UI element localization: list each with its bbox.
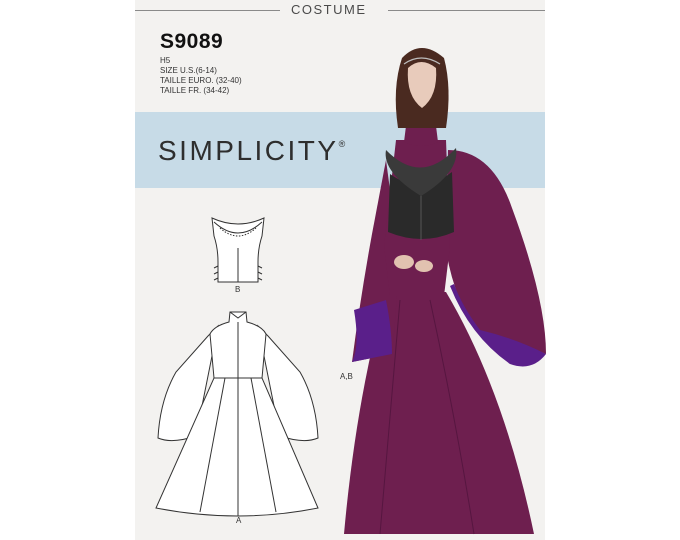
illustration-layer [155,48,546,535]
photo-view-label: A,B [340,372,353,381]
bodice-view-label: B [235,285,241,294]
gown-view-label: A [236,516,242,525]
model-photo [344,48,546,535]
gown-view-icon [155,311,319,517]
bodice-view-icon [211,217,265,283]
